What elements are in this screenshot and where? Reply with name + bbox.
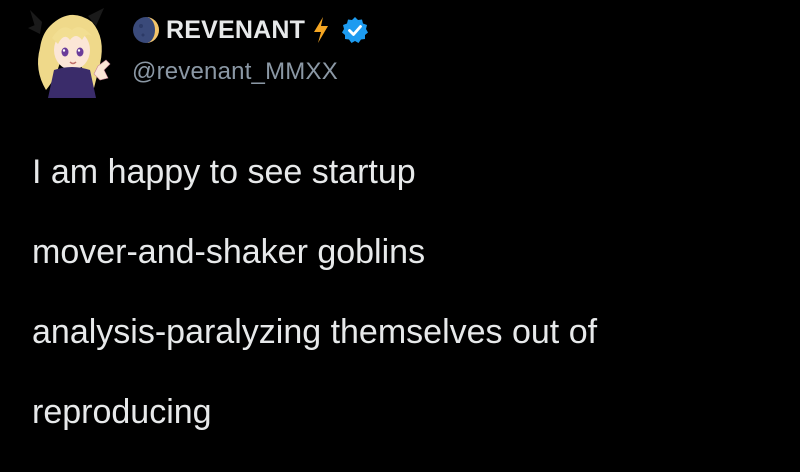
moon-icon xyxy=(133,17,159,43)
tweet-body: I am happy to see startup mover-and-shak… xyxy=(32,112,772,472)
tweet-text-line: I am happy to see startup xyxy=(32,153,416,191)
author-name-row[interactable]: REVENANT xyxy=(132,10,369,50)
lightning-bolt-icon xyxy=(314,17,329,43)
tweet-header: REVENANT @revenant_MMXX xyxy=(132,10,369,86)
tweet-text-line: analysis-paralyzing themselves out of xyxy=(32,313,598,351)
tweet-text-line: mover-and-shaker goblins xyxy=(32,233,426,271)
tweet-text-line: reproducing xyxy=(32,393,212,431)
tweet-card: REVENANT @revenant_MMXX I am happy to se… xyxy=(0,0,800,431)
author-handle[interactable]: @revenant_MMXX xyxy=(132,58,369,86)
verified-badge-icon[interactable] xyxy=(341,16,369,44)
anime-avatar-icon[interactable] xyxy=(20,4,120,100)
author-display-name[interactable]: REVENANT xyxy=(166,16,305,45)
